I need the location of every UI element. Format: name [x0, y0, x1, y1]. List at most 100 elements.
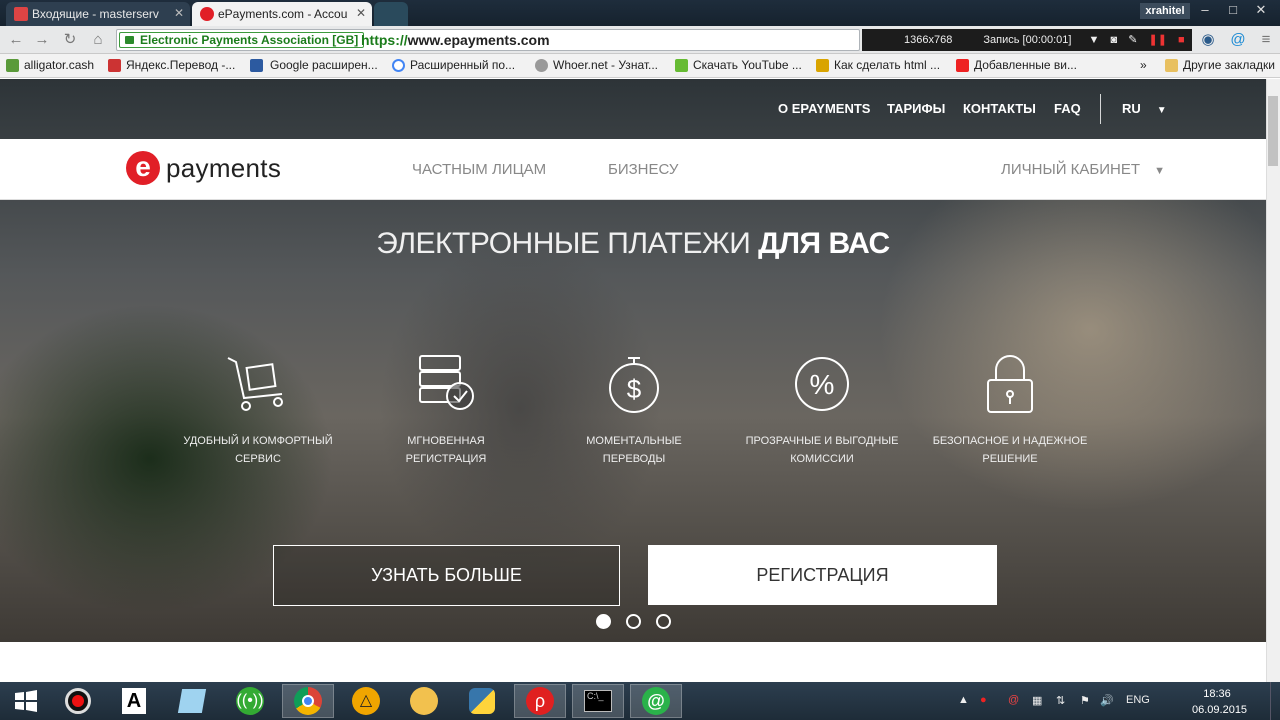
close-tab-icon[interactable]: ✕: [174, 6, 184, 20]
bookmark-item[interactable]: Расширенный по...: [392, 58, 515, 72]
bookmark-item[interactable]: Whoer.net - Узнат...: [535, 58, 658, 72]
scrollbar-thumb[interactable]: [1268, 96, 1278, 166]
feature-registration: МГНОВЕННАЯ РЕГИСТРАЦИЯ: [366, 354, 526, 468]
bookmark-item[interactable]: alligator.cash: [6, 58, 94, 72]
feature-convenient: УДОБНЫЙ И КОМФОРТНЫЙ СЕРВИС: [178, 354, 338, 468]
taskbar-app-orange[interactable]: [398, 684, 450, 718]
start-button[interactable]: [0, 684, 52, 718]
terminal-icon: C:\_: [584, 690, 612, 712]
lock-icon: [125, 36, 134, 44]
logo-text: payments: [166, 153, 282, 183]
browser-tab-epayments[interactable]: ePayments.com - Accou ✕: [192, 2, 372, 26]
page-scrollbar[interactable]: [1266, 79, 1280, 682]
slider-dot[interactable]: [656, 614, 671, 629]
back-icon[interactable]: ←: [6, 31, 26, 49]
bookmark-item[interactable]: Скачать YouTube ...: [675, 58, 802, 72]
google-icon: [392, 59, 405, 72]
address-bar[interactable]: Electronic Payments Association [GB] htt…: [116, 29, 860, 51]
home-icon[interactable]: ⌂: [88, 31, 108, 49]
dropdown-icon[interactable]: ▼: [1089, 34, 1100, 46]
minimize-icon[interactable]: –: [1190, 0, 1220, 20]
mail-extension-icon[interactable]: @: [1228, 31, 1248, 49]
other-bookmarks[interactable]: Другие закладки: [1165, 58, 1275, 72]
nav-divider: [1100, 94, 1101, 124]
new-tab-button[interactable]: [374, 2, 408, 26]
record-icon: [65, 688, 91, 714]
menu-icon[interactable]: ≡: [1256, 31, 1276, 49]
nav-individuals[interactable]: ЧАСТНЫМ ЛИЦАМ: [412, 161, 546, 178]
nav-tariffs[interactable]: ТАРИФЫ: [887, 101, 945, 116]
website-viewport: О EPAYMENTS ТАРИФЫ КОНТАКТЫ FAQ RU ▼ e pa…: [0, 79, 1266, 682]
youtube-icon: [956, 59, 969, 72]
pen-icon[interactable]: ✎: [1128, 34, 1137, 46]
close-tab-icon[interactable]: ✕: [356, 6, 366, 20]
slider-dot[interactable]: [626, 614, 641, 629]
system-clock[interactable]: 18:36 06.09.2015: [1192, 686, 1247, 718]
bookmark-icon: [816, 59, 829, 72]
slider-dot[interactable]: [596, 614, 611, 629]
feature-security: БЕЗОПАСНОЕ И НАДЕЖНОЕ РЕШЕНИЕ: [930, 354, 1090, 468]
gmail-icon: [14, 7, 28, 21]
close-window-icon[interactable]: ✕: [1246, 0, 1276, 20]
taskbar-terminal[interactable]: C:\_: [572, 684, 624, 718]
forward-icon[interactable]: →: [32, 31, 52, 49]
tray-record-icon[interactable]: ●: [980, 694, 987, 706]
bookmark-item[interactable]: Как сделать html ...: [816, 58, 940, 72]
pause-icon[interactable]: ❚❚: [1149, 34, 1167, 46]
tray-mail-icon[interactable]: @: [1008, 694, 1019, 706]
taskbar-notes-app[interactable]: [166, 684, 218, 718]
bookmarks-overflow[interactable]: »: [1140, 58, 1147, 72]
orange-app-icon: [410, 687, 438, 715]
taskbar-python[interactable]: [456, 684, 508, 718]
nav-contacts[interactable]: КОНТАКТЫ: [963, 101, 1036, 116]
windows-taskbar: A ((•)) △ ρ C:\_ @ ▲ ● @ ▦ ⇅ ⚑ 🔊 ENG 18:…: [0, 682, 1280, 720]
bookmark-item[interactable]: Яндекс.Перевод -...: [108, 58, 235, 72]
nav-faq[interactable]: FAQ: [1054, 101, 1081, 116]
maximize-icon[interactable]: □: [1218, 0, 1248, 20]
tray-volume-icon[interactable]: 🔊: [1100, 694, 1114, 707]
taskbar-mail-agent[interactable]: @: [630, 684, 682, 718]
show-desktop-button[interactable]: [1270, 682, 1280, 720]
taskbar-recorder-app[interactable]: [52, 684, 104, 718]
tray-expand-icon[interactable]: ▲: [958, 694, 969, 706]
tray-sync-icon[interactable]: ⇅: [1056, 694, 1065, 707]
reload-icon[interactable]: ↻: [60, 31, 80, 49]
register-button[interactable]: РЕГИСТРАЦИЯ: [648, 545, 997, 605]
taskbar-chrome[interactable]: [282, 684, 334, 718]
bookmark-item[interactable]: Google расширен...: [250, 58, 378, 72]
profile-name[interactable]: xrahitel: [1140, 3, 1190, 19]
bookmark-icon: [6, 59, 19, 72]
camera-icon[interactable]: ◙: [1111, 34, 1118, 46]
notes-icon: [177, 689, 207, 713]
bookmark-icon: [250, 59, 263, 72]
feature-transfers: $ МОМЕНТАЛЬНЫЕ ПЕРЕВОДЫ: [554, 354, 714, 468]
tray-network-icon[interactable]: ▦: [1032, 694, 1042, 707]
learn-more-button[interactable]: УЗНАТЬ БОЛЬШЕ: [273, 545, 620, 606]
radio-icon: ((•)): [236, 687, 264, 715]
bookmark-icon: [535, 59, 548, 72]
browser-toolbar: ← → ↻ ⌂ Electronic Payments Association …: [0, 26, 1280, 54]
stopwatch-dollar-icon: $: [609, 357, 659, 413]
taskbar-font-app[interactable]: A: [108, 684, 160, 718]
bookmark-item[interactable]: Добавленные ви...: [956, 58, 1077, 72]
extension-icon[interactable]: ◉: [1198, 31, 1218, 49]
url-text[interactable]: https://www.epayments.com: [361, 32, 550, 49]
recorder-status: Запись [00:00:01]: [983, 34, 1072, 46]
tray-language[interactable]: ENG: [1126, 694, 1150, 706]
taskbar-app-triangle[interactable]: △: [340, 684, 392, 718]
personal-cabinet-menu[interactable]: ЛИЧНЫЙ КАБИНЕТ ▼: [1001, 161, 1165, 178]
nav-about[interactable]: О EPAYMENTS: [778, 101, 870, 116]
language-selector[interactable]: RU ▼: [1122, 101, 1167, 116]
lock-icon: [987, 355, 1033, 413]
taskbar-pdf-app[interactable]: ρ: [514, 684, 566, 718]
server-clock-icon: [419, 355, 474, 410]
nav-business[interactable]: БИЗНЕСУ: [608, 161, 678, 178]
taskbar-radio-app[interactable]: ((•)): [224, 684, 276, 718]
stop-icon[interactable]: ■: [1178, 34, 1185, 46]
ev-certificate-badge[interactable]: Electronic Payments Association [GB]: [119, 32, 365, 48]
cart-icon: [227, 357, 283, 411]
feature-commissions: % ПРОЗРАЧНЫЕ И ВЫГОДНЫЕ КОМИССИИ: [742, 354, 902, 468]
browser-tab-inbox[interactable]: Входящие - masterserv ✕: [6, 2, 190, 26]
tray-flag-icon[interactable]: ⚑: [1080, 694, 1090, 707]
logo-mark: e: [126, 151, 160, 185]
